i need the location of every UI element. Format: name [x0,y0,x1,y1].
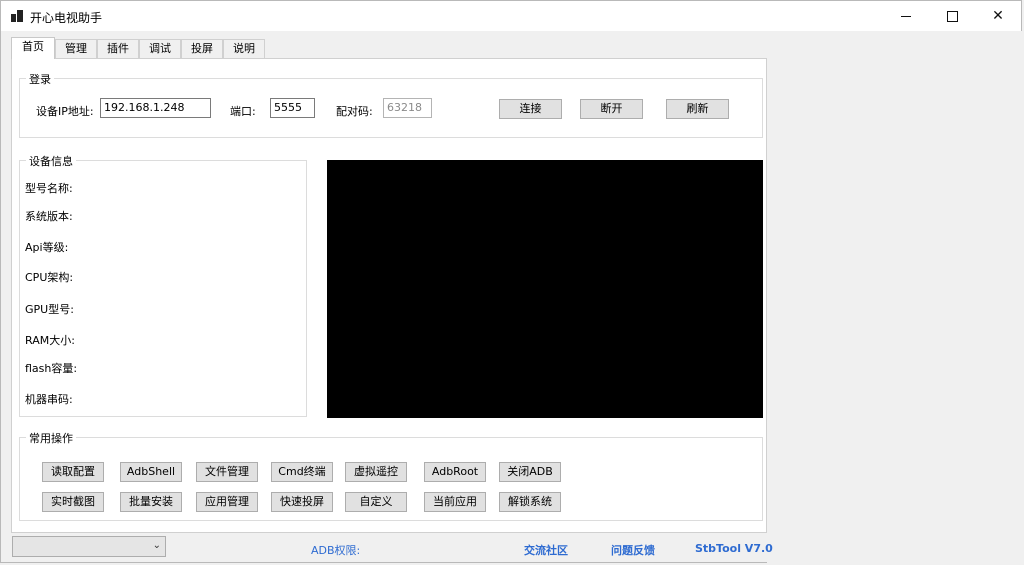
custom-button[interactable]: 自定义 [345,492,407,512]
connect-button[interactable]: 连接 [499,99,562,119]
ram-size-label: RAM大小: [25,334,75,347]
window-title: 开心电视助手 [30,11,103,25]
api-level-label: Api等级: [25,241,69,254]
common-ops-legend: 常用操作 [26,430,76,446]
port-input[interactable]: 5555 [270,98,315,118]
disconnect-button[interactable]: 断开 [580,99,643,119]
tab-plugins[interactable]: 插件 [97,39,139,58]
tab-home[interactable]: 首页 [11,37,55,59]
login-legend: 登录 [26,71,54,87]
read-config-button[interactable]: 读取配置 [42,462,104,482]
pair-code-input[interactable]: 63218 [383,98,432,118]
device-info-group: 设备信息 型号名称: 系统版本: Api等级: CPU架构: GPU型号: RA… [19,153,307,417]
adb-root-button[interactable]: AdbRoot [424,462,486,482]
refresh-button[interactable]: 刷新 [666,99,729,119]
app-manager-button[interactable]: 应用管理 [196,492,258,512]
tab-help[interactable]: 说明 [223,39,265,58]
quick-cast-button[interactable]: 快速投屏 [271,492,333,512]
file-manager-button[interactable]: 文件管理 [196,462,258,482]
port-label: 端口: [230,105,256,118]
close-icon: ✕ [992,8,1004,24]
ip-input[interactable]: 192.168.1.248 [100,98,211,118]
maximize-icon [946,10,958,22]
feedback-link[interactable]: 问题反馈 [611,542,655,558]
maximize-button[interactable] [929,1,975,31]
chevron-down-icon: ⌄ [152,540,161,551]
pair-code-label: 配对码: [336,105,373,118]
title-bar: 开心电视助手 ✕ [1,1,1021,31]
community-link[interactable]: 交流社区 [524,542,568,558]
close-adb-button[interactable]: 关闭ADB [499,462,561,482]
serial-number-label: 机器串码: [25,393,73,406]
version-link[interactable]: StbTool V7.0 [695,542,773,555]
close-button[interactable]: ✕ [975,1,1021,31]
batch-install-button[interactable]: 批量安装 [120,492,182,512]
flash-capacity-label: flash容量: [25,362,78,375]
device-info-legend: 设备信息 [26,153,76,169]
tab-cast[interactable]: 投屏 [181,39,223,58]
common-ops-group: 常用操作 读取配置 AdbShell 文件管理 Cmd终端 虚拟遥控 AdbRo… [19,430,763,521]
ip-label: 设备IP地址: [36,105,94,118]
current-app-button[interactable]: 当前应用 [424,492,486,512]
virtual-remote-button[interactable]: 虚拟遥控 [345,462,407,482]
device-select[interactable]: ⌄ [12,536,166,557]
app-window: 开心电视助手 ✕ 首页 管理 插件 调试 投屏 说明 登录 设备IP地址: 19… [0,0,1022,564]
screenshot-button[interactable]: 实时截图 [42,492,104,512]
unlock-system-button[interactable]: 解锁系统 [499,492,561,512]
app-icon [11,10,23,22]
minimize-button[interactable] [883,1,929,31]
minimize-icon [901,15,911,17]
tab-debug[interactable]: 调试 [139,39,181,58]
login-group: 登录 设备IP地址: 192.168.1.248 端口: 5555 配对码: 6… [19,71,763,138]
gpu-model-label: GPU型号: [25,303,74,316]
adb-permission-label: ADB权限: [311,544,361,557]
tab-page-home: 登录 设备IP地址: 192.168.1.248 端口: 5555 配对码: 6… [11,58,767,533]
tab-manage[interactable]: 管理 [55,39,97,58]
model-name-label: 型号名称: [25,182,73,195]
cpu-arch-label: CPU架构: [25,271,74,284]
empty-area [767,31,1022,564]
screen-preview[interactable] [327,160,763,418]
cmd-terminal-button[interactable]: Cmd终端 [271,462,333,482]
system-version-label: 系统版本: [25,210,73,223]
adb-shell-button[interactable]: AdbShell [120,462,182,482]
